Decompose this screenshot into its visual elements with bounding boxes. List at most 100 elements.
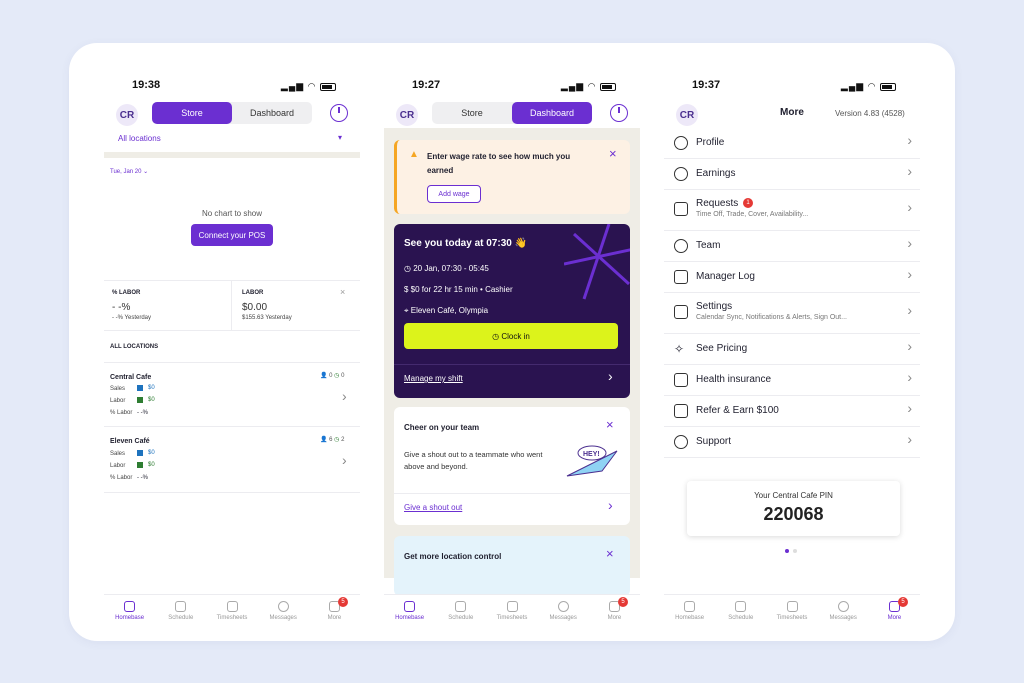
menu-label: See Pricing [696,343,748,354]
menu-label: Earnings [696,168,736,179]
menu-item-refer-earn[interactable]: Refer & Earn $100 › [664,396,920,427]
cheer-body: Give a shout out to a teammate who went … [404,450,543,471]
status-icons: ▂▄▆ ◠ [281,81,336,92]
version-text: Version 4.83 (4528) [835,109,905,118]
menu-label: Refer & Earn $100 [696,405,779,416]
store-dashboard-toggle[interactable]: Store Dashboard [152,102,312,124]
labor-value: $0 [148,462,155,468]
tab-messages[interactable]: Messages [258,595,309,634]
menu-item-health-insurance[interactable]: Health insurance › [664,365,920,396]
menu-label: Support [696,436,732,447]
pager-dot[interactable] [793,549,797,553]
tab-schedule[interactable]: Schedule [435,595,486,634]
tab-homebase[interactable]: Homebase [664,595,715,634]
shift-card: See you today at 07:30 👋 ◷ 20 Jan, 07:30… [394,224,630,398]
avatar[interactable]: CR [396,104,418,126]
pct-label: % Labor [110,475,133,481]
shift-location: ⌖ Eleven Café, Olympia [404,306,489,315]
menu-item-manager-log[interactable]: Manager Log › [664,262,920,293]
tab-schedule[interactable]: Schedule [715,595,766,634]
location-row-eleven-cafe[interactable]: Eleven Café 👤 6 ◷ 2 Sales $0 Labor $0 % … [104,426,360,492]
tab-dashboard[interactable]: Dashboard [232,102,312,124]
avatar[interactable]: CR [676,104,698,126]
status-time: 19:38 [132,79,161,91]
chevron-right-icon: › [608,368,613,384]
timesheet-icon [506,601,518,612]
tab-timesheets[interactable]: Timesheets [766,595,817,634]
sales-swatch [137,450,143,456]
give-shout-out-link[interactable]: Give a shout out [404,503,462,512]
labor-value: $0 [148,397,155,403]
timesheet-icon [226,601,238,612]
tab-more[interactable]: More 5 [869,595,920,634]
tab-store[interactable]: Store [152,102,232,124]
close-icon[interactable]: × [606,417,614,432]
manage-shift-link[interactable]: Manage my shift [404,374,463,383]
location-row-central-cafe[interactable]: Central Cafe 👤 0 ◷ 0 Sales $0 Labor $0 %… [104,362,360,426]
timesheet-icon [786,601,798,612]
tab-dashboard[interactable]: Dashboard [512,102,592,124]
menu-item-see-pricing[interactable]: ✧ See Pricing › [664,334,920,365]
close-icon[interactable]: × [609,146,617,161]
tab-store[interactable]: Store [432,102,512,124]
close-icon[interactable]: × [606,546,614,561]
bottom-tab-bar: Homebase Schedule Timesheets Messages Mo… [104,594,360,634]
tab-schedule[interactable]: Schedule [155,595,206,634]
tab-timesheets[interactable]: Timesheets [486,595,537,634]
tab-messages[interactable]: Messages [538,595,589,634]
settings-sliders-icon [674,305,688,319]
chevron-right-icon: › [907,431,912,447]
chevron-right-icon: › [907,302,912,318]
avatar[interactable]: CR [116,104,138,126]
store-dashboard-toggle[interactable]: Store Dashboard [432,102,592,124]
add-wage-button[interactable]: Add wage [427,185,481,203]
all-locations-heading: ALL LOCATIONS [110,344,159,350]
menu-label: Requests [696,198,739,209]
sales-value: $0 [148,450,155,456]
staff-count: 👤 6 ◷ 2 [320,437,345,443]
tab-homebase[interactable]: Homebase [104,595,155,634]
clock-refresh-icon[interactable] [330,104,348,122]
clock-refresh-icon[interactable] [610,104,628,122]
menu-item-profile[interactable]: Profile › [664,128,920,159]
requests-icon [674,202,688,216]
tab-homebase[interactable]: Homebase [384,595,435,634]
tab-timesheets[interactable]: Timesheets [206,595,257,634]
tab-more[interactable]: More 5 [589,595,640,634]
sales-label: Sales [110,386,126,392]
date-picker[interactable]: Tue, Jan 20 ⌄ [110,168,148,175]
pct-value: - -% [137,475,148,481]
menu-item-settings[interactable]: Settings Calendar Sync, Notifications & … [664,293,920,334]
shift-title: See you today at 07:30 👋 [404,238,528,249]
menu-label: Profile [696,137,725,148]
menu-item-support[interactable]: Support › [664,427,920,458]
pin-value: 220068 [763,504,824,524]
manager-log-icon [674,270,688,284]
chevron-right-icon: › [907,369,912,385]
menu-item-requests[interactable]: Requests 1 Time Off, Trade, Cover, Avail… [664,190,920,231]
health-kit-icon [674,373,688,387]
tab-messages[interactable]: Messages [818,595,869,634]
labor-sub: $155.63 Yesterday [242,315,292,321]
clock-in-button[interactable]: ◷ Clock in [404,323,618,349]
chevron-down-icon[interactable]: ▾ [338,133,342,142]
labor-value: $0.00 [242,302,268,313]
menu-item-earnings[interactable]: Earnings › [664,159,920,190]
close-icon[interactable]: × [340,287,345,297]
cheer-title: Cheer on your team [404,423,480,432]
team-icon [674,239,688,253]
more-badge: 5 [897,597,908,607]
menu-item-team[interactable]: Team › [664,231,920,262]
location-name: Eleven Café [110,438,150,445]
locations-select[interactable]: All locations [118,134,161,143]
connect-pos-button[interactable]: Connect your POS [191,224,273,246]
menu-label: Team [696,240,721,251]
location-control-card: Get more location control × [394,536,630,596]
tab-more[interactable]: More 5 [309,595,360,634]
status-icons: ▂▄▆ ◠ [841,81,896,92]
page-title: More [780,107,804,118]
location-control-title: Get more location control [404,552,502,561]
pager-dot-active[interactable] [785,549,789,553]
menu-subtext: Calendar Sync, Notifications & Alerts, S… [696,314,847,321]
chevron-right-icon: › [608,497,613,513]
